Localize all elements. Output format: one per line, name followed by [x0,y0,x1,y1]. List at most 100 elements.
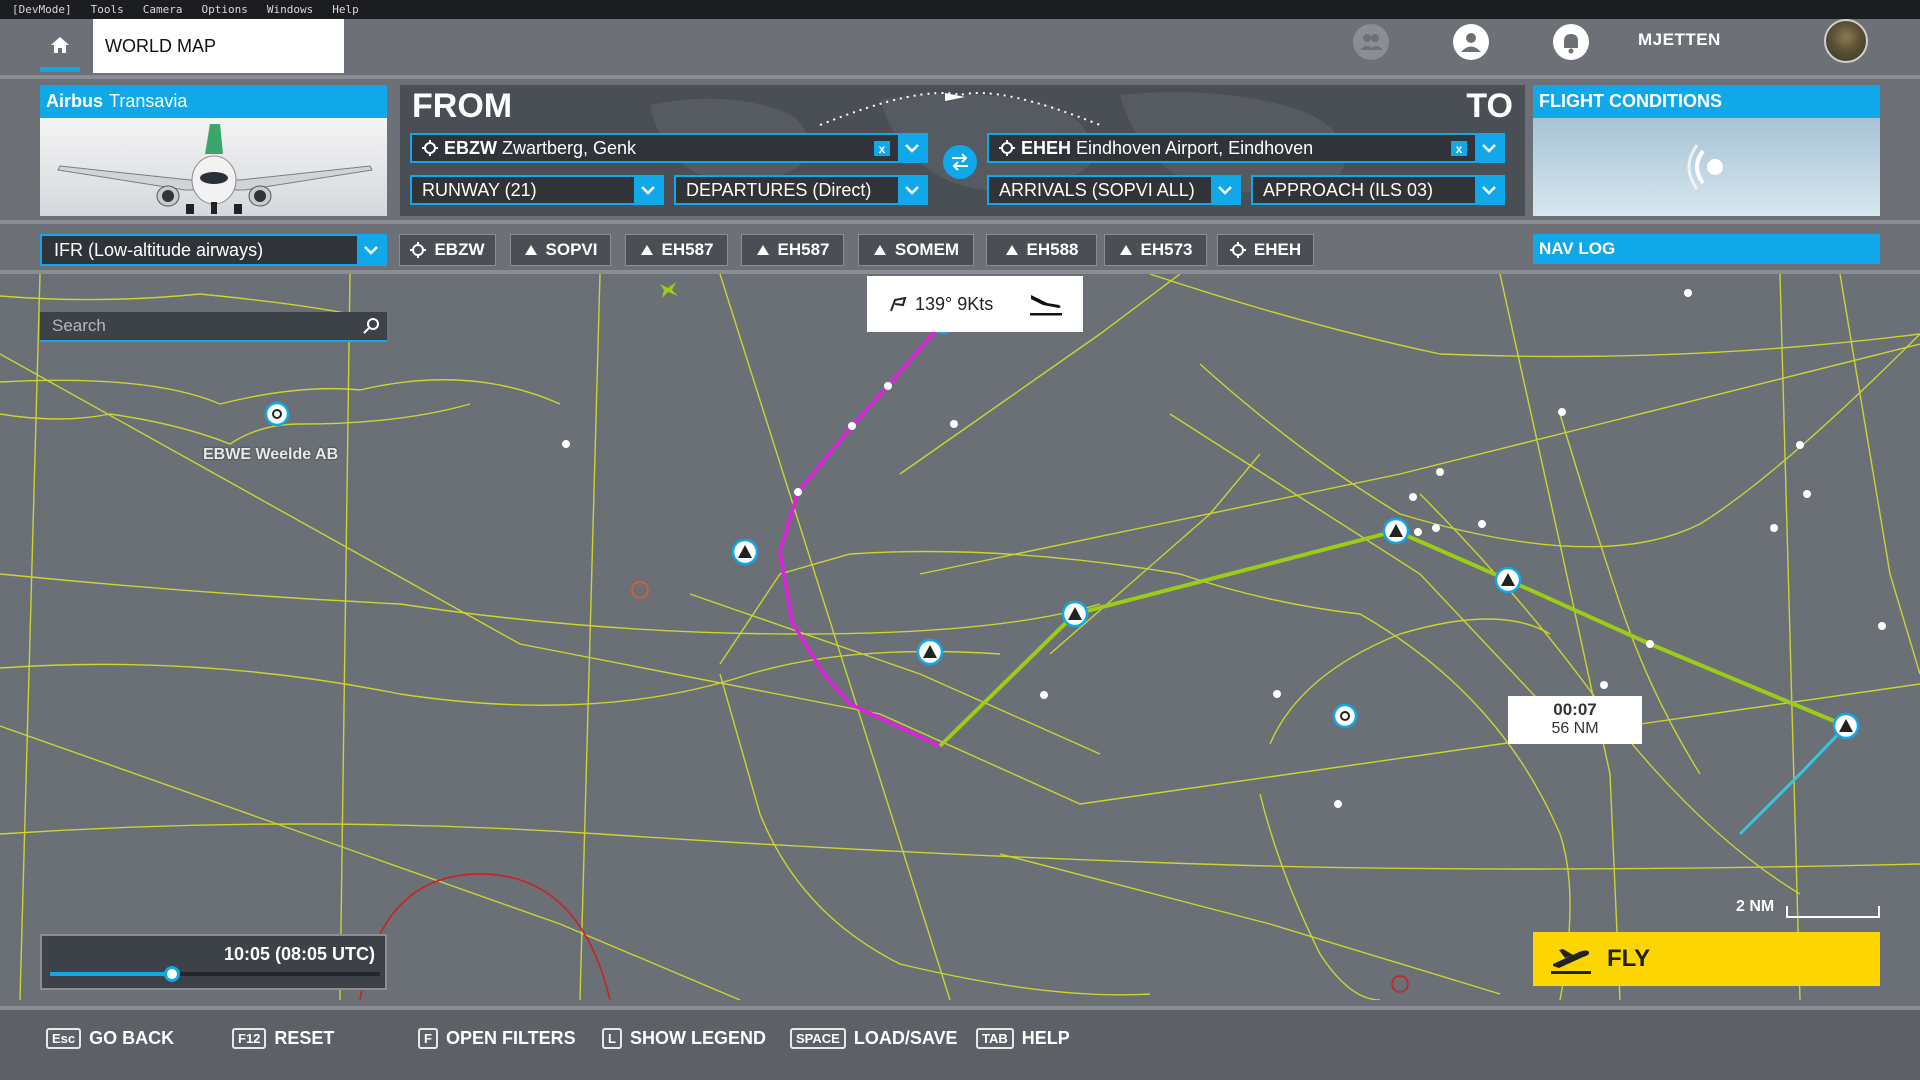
map-scale-label: 2 NM [1736,898,1775,915]
flightplan-type-value: IFR (Low-altitude airways) [54,239,264,260]
swap-airports-button[interactable] [943,145,977,179]
time-slider-fill [50,972,173,976]
chevron-down-icon [905,185,919,195]
time-slider[interactable] [50,966,380,982]
departures-value: DEPARTURES (Direct) [686,179,872,200]
triangle-fix-icon [873,245,886,255]
hint-label: SHOW LEGEND [629,1028,766,1048]
takeoff-icon [1551,949,1591,974]
clear-arrival-button[interactable]: x [1451,141,1467,156]
chevron-down-icon [641,185,655,195]
departure-dropdown-button[interactable] [898,135,926,161]
arrival-field[interactable]: EHEH Eindhoven Airport, Eindhoven x [987,133,1505,163]
devmenu-camera[interactable]: Camera [143,3,183,16]
username[interactable]: MJETTEN [1638,30,1721,50]
runway-select[interactable]: RUNWAY (21) [410,175,664,205]
departure-field[interactable]: EBZW Zwartberg, Genk x [410,133,928,163]
search-icon[interactable] [363,317,381,335]
time-slider-handle[interactable] [164,966,181,982]
dev-menu-bar: [DevMode] Tools Camera Options Windows H… [0,0,1920,19]
nav-log-button[interactable]: NAV LOG [1533,234,1880,264]
waypoint-sopvi[interactable]: SOPVI [510,234,611,266]
flightplan-type-dropdown-button[interactable] [357,236,385,264]
chevron-down-icon [364,245,378,255]
approach-select[interactable]: APPROACH (ILS 03) [1251,175,1505,205]
arrivals-dropdown-button[interactable] [1211,177,1239,203]
devmenu-windows[interactable]: Windows [267,3,313,16]
reset-button[interactable]: F12 RESET [232,1028,334,1049]
wind-tooltip: 139° 9Kts [867,276,1083,332]
open-filters-button[interactable]: F OPEN FILTERS [418,1028,576,1049]
arrivals-value: ARRIVALS (SOPVI ALL) [999,179,1195,200]
map-search-input[interactable]: Search [40,312,387,342]
waypoint-eh573[interactable]: EH573 [1104,234,1207,266]
waypoint-eh588[interactable]: EH588 [986,234,1097,266]
airport-icon [410,242,427,258]
flight-conditions-panel[interactable]: FLIGHT CONDITIONS [1533,85,1880,216]
chevron-down-icon [1218,185,1232,195]
aircraft-panel[interactable]: Airbus Transavia [40,85,387,216]
windsock-icon [890,296,907,312]
waypoint-label: SOPVI [545,240,598,259]
aircraft-brand: Airbus [46,91,104,111]
help-button[interactable]: TAB HELP [976,1028,1070,1049]
waypoint-ebzw[interactable]: EBZW [399,234,496,266]
home-icon [51,37,69,53]
go-back-button[interactable]: Esc GO BACK [46,1028,174,1049]
wind-value: 139° 9Kts [915,293,994,314]
devmenu-devmode[interactable]: [DevMode] [12,3,72,16]
hint-label: HELP [1021,1028,1070,1048]
friends-icon [1353,24,1389,60]
flight-conditions-title: FLIGHT CONDITIONS [1533,85,1880,118]
leg-time: 00:07 [1553,700,1597,719]
notifications-button[interactable] [1550,21,1592,63]
devmenu-help[interactable]: Help [332,3,359,16]
home-tab-indicator [40,67,80,72]
load-save-button[interactable]: SPACE LOAD/SAVE [790,1028,958,1049]
waypoint-label: EHEH [1253,240,1302,259]
notifications-icon [1553,24,1589,60]
waypoint-eh587-2[interactable]: EH587 [741,234,844,266]
show-legend-button[interactable]: L SHOW LEGEND [602,1028,766,1049]
devmenu-options[interactable]: Options [201,3,247,16]
arrival-icao: EHEH [1021,137,1072,158]
waypoint-eheh[interactable]: EHEH [1217,234,1314,266]
waypoint-label: EBZW [434,240,485,259]
key-hint: F12 [232,1028,267,1049]
departures-select[interactable]: DEPARTURES (Direct) [674,175,928,205]
top-bar: WORLD MAP [0,19,1920,75]
landing-icon [1030,295,1062,316]
world-map[interactable]: Search EBWE Weelde AB 139° 9Kts 00:07 56… [0,274,1920,1000]
hint-label: LOAD/SAVE [853,1028,958,1048]
clear-departure-button[interactable]: x [874,141,890,156]
runway-dropdown-button[interactable] [634,177,662,203]
hint-label: RESET [274,1028,335,1048]
arrival-dropdown-button[interactable] [1475,135,1503,161]
map-canvas[interactable] [0,274,1920,1000]
approach-dropdown-button[interactable] [1475,177,1503,203]
waypoint-somem[interactable]: SOMEM [858,234,974,266]
fly-button[interactable]: FLY [1533,932,1880,986]
avatar[interactable] [1824,19,1868,63]
route-panel: FROM TO EBZW Zwartberg, Genk x EHEH Eind… [400,85,1525,216]
leg-distance: 56 NM [1551,720,1599,737]
arrivals-select[interactable]: ARRIVALS (SOPVI ALL) [987,175,1241,205]
departures-dropdown-button[interactable] [898,177,926,203]
chevron-down-icon [1482,185,1496,195]
aircraft-image [40,118,387,216]
fly-label: FLY [1607,945,1651,972]
flightplan-type-select[interactable]: IFR (Low-altitude airways) [40,234,387,266]
key-hint: SPACE [790,1028,846,1049]
key-hint: Esc [46,1028,82,1049]
tab-world-map[interactable]: WORLD MAP [93,19,344,73]
departure-name: Zwartberg, Genk [502,137,637,158]
waypoint-label: EH587 [777,240,830,259]
swap-icon [952,153,968,171]
time-value: 10:05 (08:05 UTC) [223,944,375,964]
profile-button[interactable] [1450,21,1492,63]
home-button[interactable] [40,19,80,71]
devmenu-tools[interactable]: Tools [91,3,124,16]
friends-button[interactable] [1350,21,1392,63]
waypoint-eh587[interactable]: EH587 [625,234,728,266]
aircraft-livery: Transavia [109,91,188,111]
